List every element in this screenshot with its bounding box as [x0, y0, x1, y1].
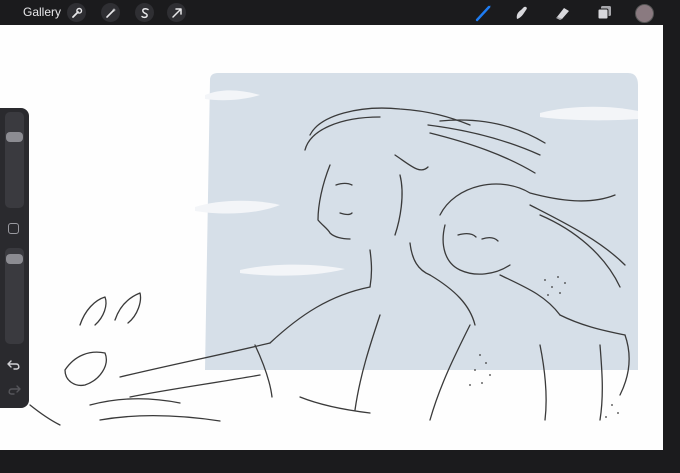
opacity-slider[interactable] — [5, 248, 24, 344]
color-picker-button[interactable] — [635, 4, 654, 23]
undo-button[interactable] — [6, 358, 22, 372]
brush-size-slider[interactable] — [5, 112, 24, 208]
adjustments-button[interactable] — [101, 3, 120, 22]
actions-button[interactable] — [67, 3, 86, 22]
canvas-bottom-margin — [0, 450, 680, 473]
smudge-tool-button[interactable] — [512, 3, 532, 23]
transform-arrow-icon — [171, 7, 182, 18]
magic-wand-icon — [105, 7, 116, 18]
modify-button[interactable] — [8, 223, 19, 234]
redo-icon — [8, 385, 21, 395]
drawing-canvas[interactable] — [0, 25, 663, 450]
opacity-thumb[interactable] — [6, 254, 23, 265]
eraser-icon — [556, 8, 569, 20]
undo-icon — [7, 360, 20, 370]
redo-button[interactable] — [6, 383, 22, 397]
top-toolbar: Gallery — [0, 0, 680, 25]
brush-icon — [475, 5, 491, 22]
brush-size-thumb[interactable] — [6, 132, 23, 143]
transform-button[interactable] — [167, 3, 186, 22]
canvas-right-margin — [663, 25, 680, 450]
smudge-icon — [516, 6, 527, 19]
brush-tool-button[interactable] — [474, 3, 494, 23]
selection-icon — [140, 7, 149, 18]
left-sidebar — [0, 108, 29, 408]
sketch-artwork — [29, 73, 638, 426]
gallery-button[interactable]: Gallery — [23, 5, 61, 19]
selection-button[interactable] — [135, 3, 154, 22]
layers-icon — [597, 6, 611, 20]
eraser-tool-button[interactable] — [553, 3, 573, 23]
layers-button[interactable] — [594, 3, 614, 23]
wrench-icon — [71, 7, 82, 18]
